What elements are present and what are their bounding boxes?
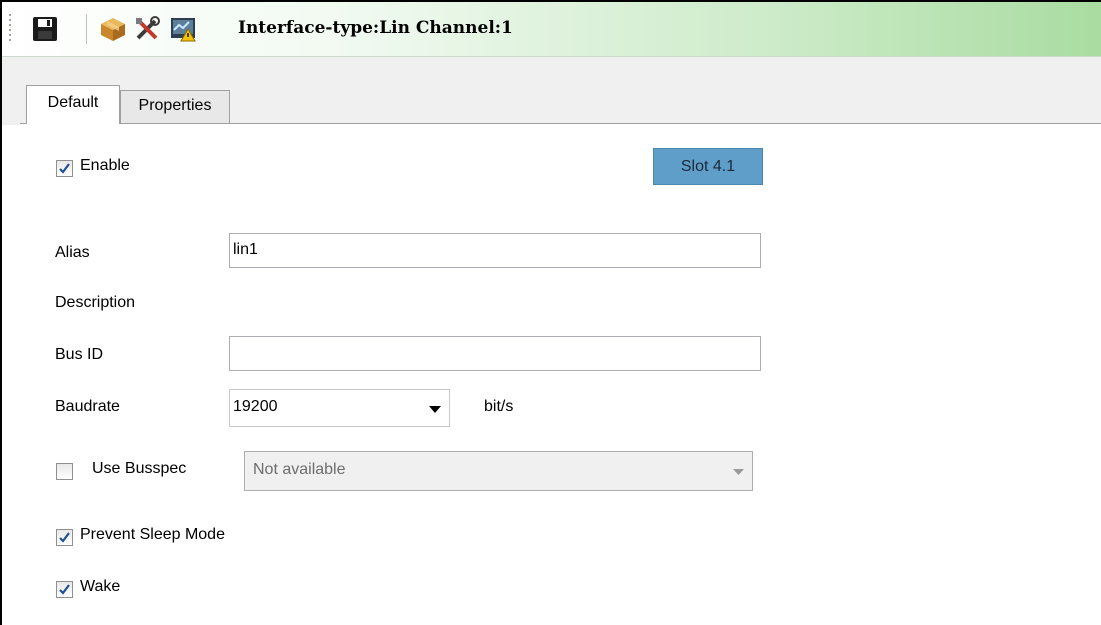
tab-properties[interactable]: Properties xyxy=(120,90,230,123)
bus-id-input[interactable] xyxy=(229,336,761,371)
tools-icon[interactable] xyxy=(132,12,162,46)
wake-checkbox[interactable] xyxy=(56,581,73,598)
toolbar: Interface-type:Lin Channel:1 xyxy=(2,2,1101,57)
tab-default[interactable]: Default xyxy=(26,85,120,124)
save-icon[interactable] xyxy=(30,12,60,46)
package-icon[interactable] xyxy=(98,12,128,46)
check-icon xyxy=(59,584,70,595)
monitor-warning-icon[interactable] xyxy=(168,12,198,46)
busspec-value: Not available xyxy=(253,461,346,478)
chevron-down-icon xyxy=(733,469,744,475)
baudrate-select[interactable]: 19200 xyxy=(229,389,450,427)
prevent-sleep-label: Prevent Sleep Mode xyxy=(80,526,225,543)
enable-label: Enable xyxy=(80,157,130,174)
baudrate-label: Baudrate xyxy=(55,398,120,415)
prevent-sleep-checkbox[interactable] xyxy=(56,529,73,546)
baudrate-value: 19200 xyxy=(233,398,278,415)
enable-checkbox[interactable] xyxy=(56,160,73,177)
alias-input[interactable]: lin1 xyxy=(229,233,761,268)
use-busspec-label: Use Busspec xyxy=(92,460,187,477)
alias-label: Alias xyxy=(55,244,90,261)
busspec-select[interactable]: Not available xyxy=(244,451,753,491)
bus-id-label: Bus ID xyxy=(55,346,104,363)
use-busspec-checkbox[interactable] xyxy=(56,463,73,480)
toolbar-grip[interactable] xyxy=(8,14,12,44)
toolbar-separator xyxy=(86,14,88,44)
baudrate-unit: bit/s xyxy=(484,398,514,415)
slot-button[interactable]: Slot 4.1 xyxy=(653,148,763,185)
description-label: Description xyxy=(55,294,136,311)
window-title: Interface-type:Lin Channel:1 xyxy=(238,18,513,38)
tab-content-default xyxy=(20,124,1101,625)
chevron-down-icon xyxy=(429,406,441,413)
wake-label: Wake xyxy=(80,578,121,595)
check-icon xyxy=(59,163,70,174)
check-icon xyxy=(59,532,70,543)
